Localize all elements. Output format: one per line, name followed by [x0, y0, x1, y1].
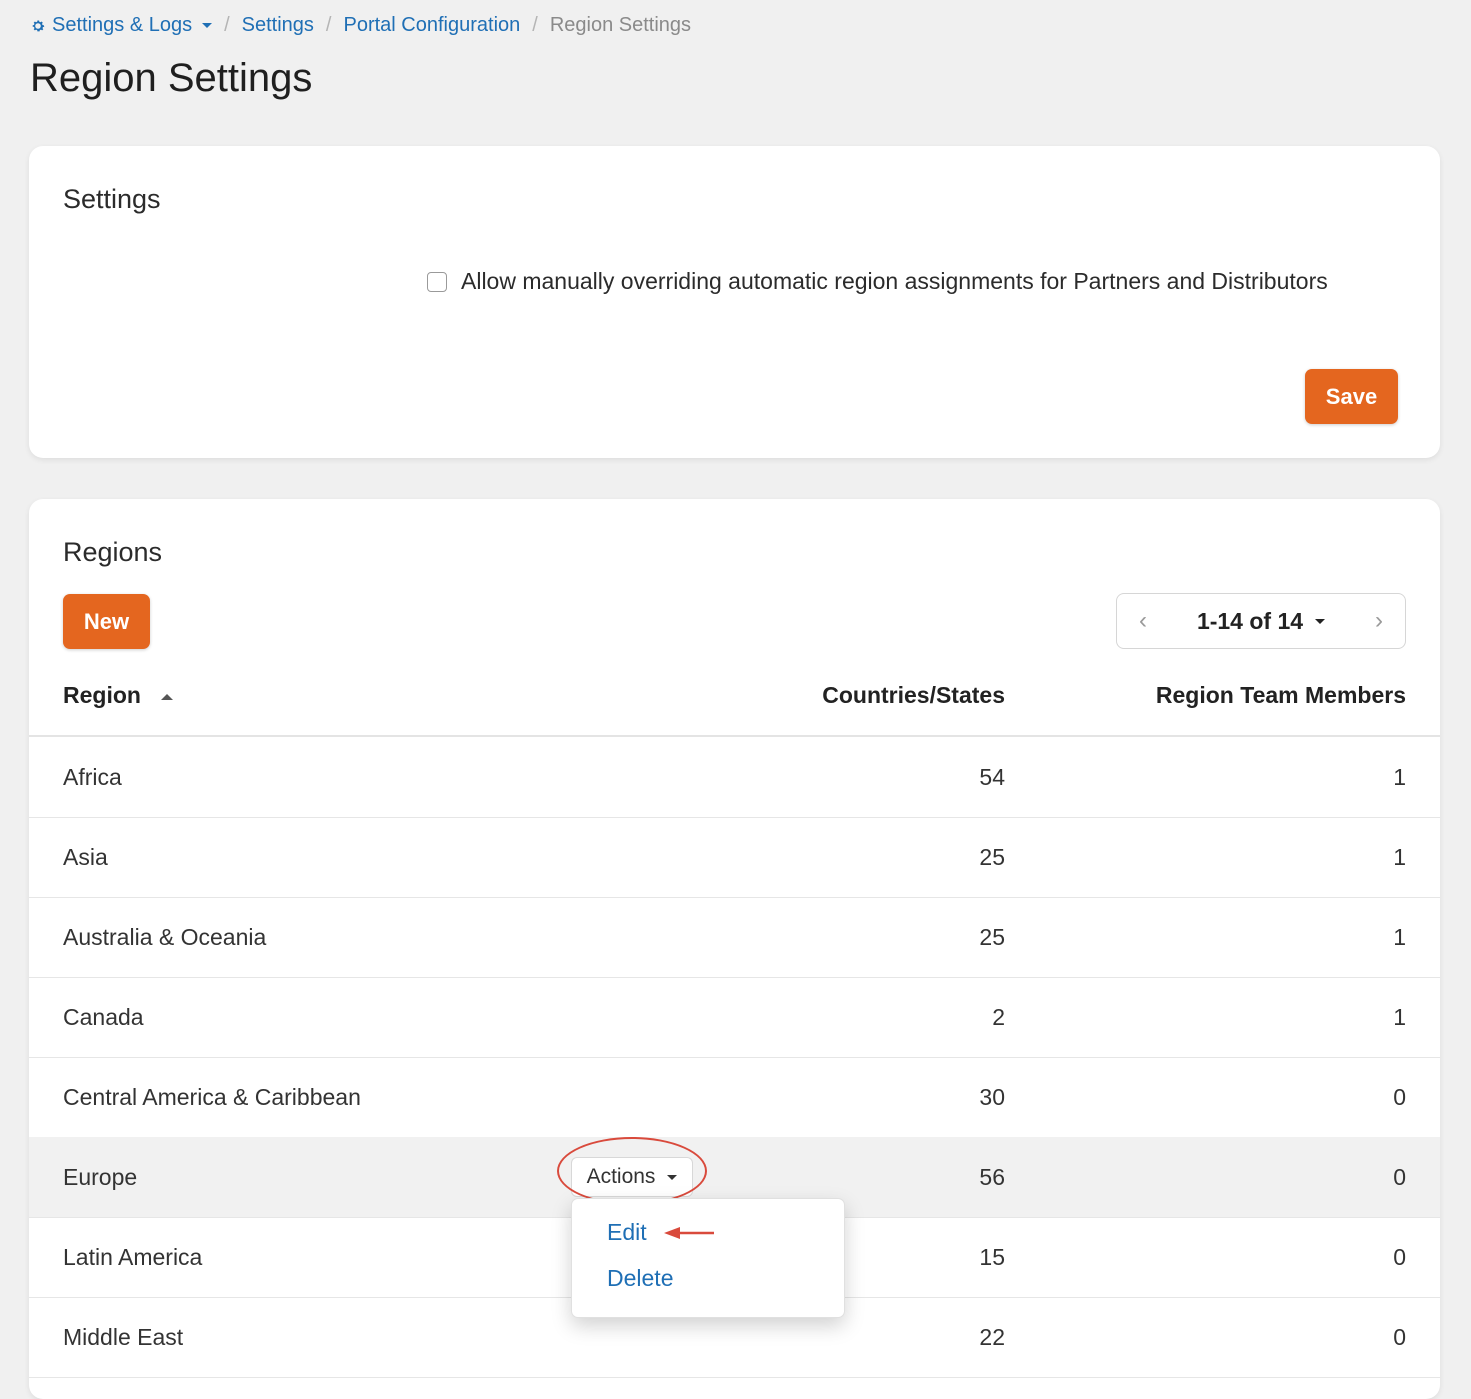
column-header-region-label: Region: [63, 682, 141, 708]
override-region-option[interactable]: Allow manually overriding automatic regi…: [427, 268, 1328, 295]
column-header-countries[interactable]: Countries/States: [822, 682, 1005, 709]
new-region-button[interactable]: New: [63, 594, 150, 649]
override-region-checkbox[interactable]: [427, 271, 447, 292]
column-header-region[interactable]: Region: [63, 682, 173, 709]
breadcrumb: Settings & Logs / Settings / Portal Conf…: [30, 14, 691, 37]
cell-countries: 25: [979, 923, 1005, 950]
cell-region: Latin America: [63, 1243, 203, 1270]
actions-dropdown-menu: Edit Delete: [571, 1198, 845, 1318]
cell-members: 0: [1393, 1163, 1406, 1190]
cell-countries: 56: [979, 1163, 1005, 1190]
regions-card-title: Regions: [63, 537, 163, 567]
breadcrumb-root-label: Settings & Logs: [52, 14, 193, 36]
annotation-arrow-icon: [664, 1227, 714, 1239]
pager-range-label: 1-14 of 14: [1196, 607, 1304, 634]
table-row[interactable]: Canada 2 1: [29, 977, 1440, 1058]
cell-members: 1: [1393, 763, 1406, 790]
cell-region: Europe: [63, 1163, 138, 1190]
table-row[interactable]: Australia & Oceania 25 1: [29, 897, 1440, 978]
cell-members: 0: [1393, 1083, 1406, 1110]
column-header-members[interactable]: Region Team Members: [1156, 682, 1406, 709]
cell-region: Middle East: [63, 1323, 184, 1350]
sort-ascending-icon: [160, 693, 173, 700]
chevron-down-icon: [667, 1174, 678, 1180]
cell-members: 1: [1393, 1003, 1406, 1030]
cell-countries: 30: [979, 1083, 1005, 1110]
chevron-left-icon[interactable]: ‹: [1139, 607, 1147, 635]
actions-dropdown-button[interactable]: Actions: [571, 1157, 693, 1197]
settings-card: Settings Allow manually overriding autom…: [29, 146, 1440, 458]
breadcrumb-portal-configuration[interactable]: Portal Configuration: [343, 14, 520, 37]
page-title: Region Settings: [30, 56, 313, 100]
cell-members: 1: [1393, 923, 1406, 950]
regions-card: Regions New ‹ 1-14 of 14 › Region Countr…: [29, 499, 1440, 1399]
breadcrumb-current: Region Settings: [549, 14, 692, 36]
override-region-label: Allow manually overriding automatic regi…: [461, 268, 1328, 294]
breadcrumb-separator: /: [224, 14, 230, 36]
table-row[interactable]: Asia 25 1: [29, 817, 1440, 898]
cell-members: 0: [1393, 1323, 1406, 1350]
cell-members: 0: [1393, 1243, 1406, 1270]
gear-icon: [32, 20, 45, 31]
cell-region: Canada: [63, 1003, 144, 1030]
cell-countries: 22: [979, 1323, 1005, 1350]
cell-region: Central America & Caribbean: [63, 1083, 361, 1110]
table-row[interactable]: Africa 54 1: [29, 737, 1440, 818]
chevron-down-icon: [202, 23, 213, 28]
save-button[interactable]: Save: [1305, 369, 1398, 424]
cell-countries: 2: [992, 1003, 1005, 1030]
pagination-control: ‹ 1-14 of 14 ›: [1116, 593, 1406, 649]
chevron-right-icon[interactable]: ›: [1375, 607, 1383, 635]
cell-countries: 15: [979, 1243, 1005, 1270]
cell-region: Asia: [63, 843, 108, 870]
chevron-down-icon: [1315, 618, 1326, 624]
breadcrumb-separator: /: [532, 14, 538, 36]
breadcrumb-separator: /: [325, 14, 332, 36]
table-row[interactable]: Central America & Caribbean 30 0: [29, 1057, 1440, 1138]
settings-card-title: Settings: [63, 184, 161, 214]
cell-countries: 25: [979, 843, 1005, 870]
cell-members: 1: [1393, 843, 1406, 870]
cell-region: Australia & Oceania: [63, 923, 267, 950]
breadcrumb-settings-logs[interactable]: Settings & Logs: [30, 14, 213, 37]
cell-region: Africa: [63, 763, 122, 790]
actions-label: Actions: [586, 1165, 656, 1188]
menu-item-edit[interactable]: Edit: [607, 1219, 647, 1246]
cell-countries: 54: [979, 763, 1005, 790]
breadcrumb-settings[interactable]: Settings: [242, 14, 314, 37]
menu-item-delete[interactable]: Delete: [607, 1265, 673, 1292]
page-size-dropdown[interactable]: 1-14 of 14: [1196, 607, 1326, 635]
